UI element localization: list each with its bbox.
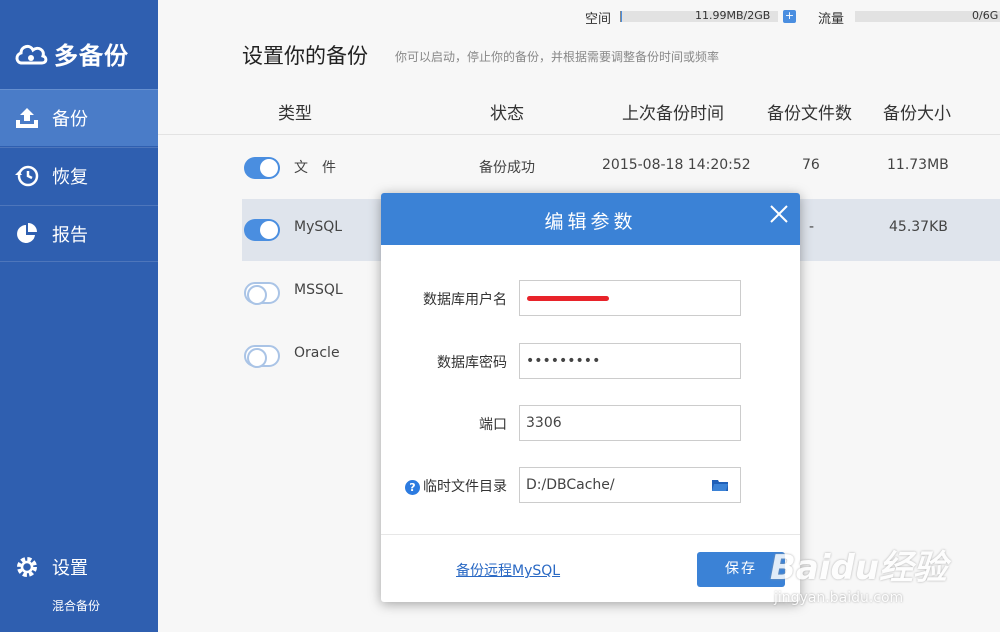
- page-subtitle: 你可以启动，停止你的备份，并根据需要调整备份时间或频率: [395, 50, 720, 64]
- column-header-status: 状态: [490, 104, 524, 124]
- column-header-type: 类型: [278, 104, 312, 124]
- header-divider: [158, 134, 1000, 135]
- traffic-value: 0/6G: [972, 9, 999, 22]
- dialog-divider: [381, 534, 800, 535]
- sidebar-item-label: 备份: [52, 109, 88, 130]
- help-icon[interactable]: ?: [405, 480, 420, 495]
- folder-icon[interactable]: [712, 479, 728, 491]
- port-label: 端口: [479, 417, 507, 433]
- password-field[interactable]: •••••••••: [519, 343, 741, 379]
- tempdir-label: 临时文件目录: [423, 479, 507, 495]
- toggle-switch[interactable]: [244, 157, 280, 179]
- gear-icon: [17, 557, 37, 577]
- space-value: 11.99MB/2GB: [695, 9, 771, 22]
- logo-text: 多备份: [54, 42, 129, 70]
- column-header-size: 备份大小: [883, 104, 951, 124]
- close-icon[interactable]: [768, 203, 790, 225]
- username-label: 数据库用户名: [423, 292, 507, 308]
- pie-chart-icon: [17, 222, 37, 243]
- backup-mode-label: 混合备份: [52, 599, 101, 613]
- toggle-switch[interactable]: [244, 282, 280, 305]
- remote-mysql-link[interactable]: 备份远程MySQL: [456, 560, 560, 580]
- sidebar-item-report[interactable]: 报告: [0, 205, 158, 262]
- add-space-button[interactable]: +: [783, 10, 796, 23]
- dialog-title: 编辑参数: [544, 211, 637, 233]
- traffic-label: 流量: [818, 12, 845, 27]
- space-label: 空间: [585, 12, 612, 27]
- tempdir-label-group: ? 临时文件目录: [405, 476, 507, 496]
- password-label: 数据库密码: [437, 355, 507, 371]
- tempdir-field[interactable]: D:/DBCache/: [519, 467, 741, 503]
- dialog-header: 编辑参数: [381, 193, 800, 245]
- sidebar-item-backup[interactable]: 备份: [0, 89, 158, 146]
- row-count: -: [809, 219, 815, 235]
- row-count: 76: [802, 157, 820, 173]
- watermark-url: jingyan.baidu.com: [774, 590, 904, 606]
- port-field[interactable]: 3306: [519, 405, 741, 441]
- row-size: 11.73MB: [887, 157, 949, 173]
- upload-icon: [16, 108, 38, 128]
- cloud-logo-icon: [15, 44, 48, 64]
- toggle-switch[interactable]: [244, 219, 280, 241]
- watermark-logo: Baidu经验: [770, 548, 948, 588]
- edit-params-dialog: 编辑参数 数据库用户名 数据库密码 ••••••••• 端口 3306 ? 临时文…: [381, 193, 800, 602]
- tempdir-value: D:/DBCache/: [526, 477, 615, 493]
- row-type: MySQL: [294, 219, 343, 235]
- history-icon: [15, 165, 39, 187]
- watermark: Baidu经验 jingyan.baidu.com: [770, 540, 990, 610]
- toggle-switch[interactable]: [244, 345, 280, 368]
- redaction-mark: [527, 296, 609, 301]
- row-type: 文 件: [294, 160, 336, 176]
- sidebar-item-label: 恢复: [52, 167, 88, 188]
- table-row: 文 件 备份成功 2015-08-18 14:20:52 76 11.73MB: [242, 137, 1000, 199]
- settings-button[interactable]: 设置: [14, 554, 88, 580]
- sidebar: 多备份 备份 恢复 报告 设置 混合备份: [0, 0, 158, 632]
- logo: 多备份: [14, 36, 129, 71]
- column-header-last-time: 上次备份时间: [622, 104, 724, 124]
- sidebar-item-restore[interactable]: 恢复: [0, 147, 158, 204]
- page-title: 设置你的备份: [242, 44, 368, 68]
- row-type: MSSQL: [294, 282, 343, 298]
- sidebar-item-label: 报告: [52, 224, 88, 246]
- row-status: 备份成功: [479, 160, 535, 176]
- usage-bar: 空间 11.99MB/2GB + 流量 0/6G: [158, 6, 1000, 27]
- settings-label: 设置: [52, 558, 88, 579]
- row-type: Oracle: [294, 345, 340, 361]
- column-header-file-count: 备份文件数: [767, 104, 852, 124]
- row-size: 45.37KB: [889, 219, 948, 235]
- row-last-time: 2015-08-18 14:20:52: [602, 157, 751, 173]
